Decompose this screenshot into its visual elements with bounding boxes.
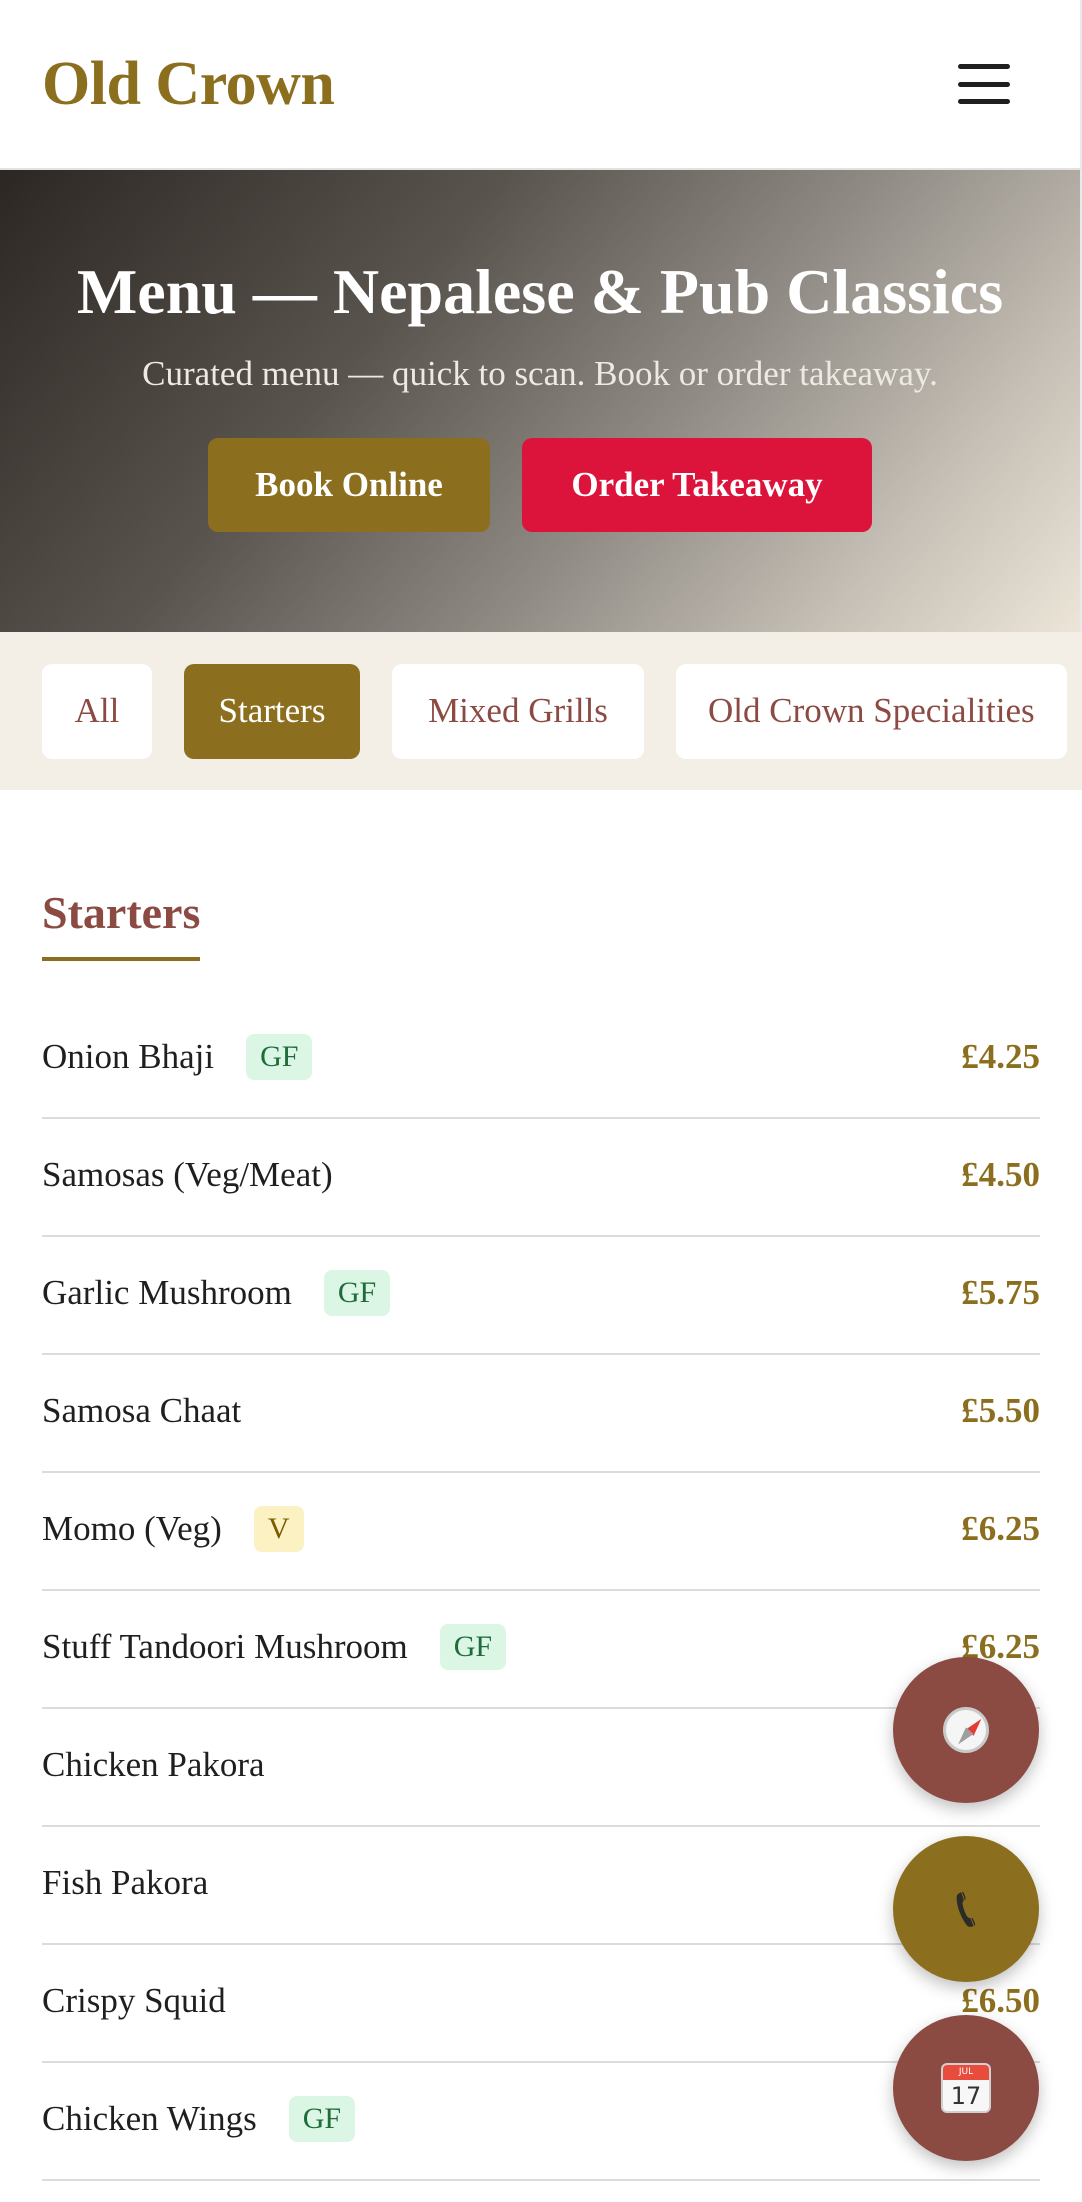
menu-item-name: Fish Pakora	[42, 1863, 209, 1902]
gluten-free-badge: GF	[323, 1270, 391, 1316]
menu-item-info: Crispy Squid	[42, 1981, 226, 2021]
hero-title: Menu — Nepalese & Pub Classics	[76, 256, 1004, 327]
menu-item-name: Chicken Wings	[42, 2099, 257, 2138]
site-header: Old Crown	[0, 0, 1082, 170]
tab-old-crown-specialities[interactable]: Old Crown Specialities	[676, 663, 1067, 759]
menu-item-info: Samosa Chaat	[42, 1391, 241, 1431]
menu-item-info: Garlic Mushroom GF	[42, 1270, 391, 1316]
menu-item-name: Samosas (Veg/Meat)	[42, 1155, 333, 1194]
page: Old Crown Menu — Nepalese & Pub Classics…	[0, 0, 1082, 2202]
hero-subtitle: Curated menu — quick to scan. Book or or…	[142, 354, 938, 393]
compass-icon	[943, 1707, 989, 1753]
menu-item-info: Momo (Veg) V	[42, 1506, 304, 1552]
hamburger-line	[958, 99, 1010, 104]
directions-button[interactable]	[893, 1657, 1039, 1803]
menu-item-name: Chicken Pakora	[42, 1745, 265, 1784]
calendar-day: 17	[950, 2082, 982, 2110]
menu-item-info: Samosas (Veg/Meat)	[42, 1155, 333, 1195]
menu-item-price: £5.50	[961, 1391, 1040, 1430]
category-tabs: All Starters Mixed Grills Old Crown Spec…	[0, 632, 1082, 790]
menu-item-name: Stuff Tandoori Mushroom	[42, 1627, 408, 1666]
menu-item-info: Chicken Wings GF	[42, 2096, 356, 2142]
menu-item: Onion Bhaji GF £4.25	[42, 1001, 1040, 1119]
menu-item: Samosa Chaat £5.50	[42, 1355, 1040, 1473]
hero-banner: Menu — Nepalese & Pub Classics Curated m…	[0, 170, 1082, 632]
menu-item: Stuff Tandoori Mushroom GF £6.25	[42, 1591, 1040, 1709]
menu-item: Crispy Squid £6.50	[42, 1945, 1040, 2063]
order-takeaway-button[interactable]: Order Takeaway	[522, 438, 872, 532]
phone-icon: 📞︎	[956, 1876, 976, 1941]
hamburger-menu-icon[interactable]	[958, 64, 1010, 104]
hamburger-line	[958, 81, 1010, 87]
hero-actions: Book Online Order Takeaway	[0, 438, 1080, 532]
menu-item-info: Chicken Pakora	[42, 1745, 265, 1785]
call-button[interactable]: 📞︎	[893, 1836, 1039, 1982]
menu-item: Chicken Wings GF	[42, 2063, 1040, 2181]
book-table-button[interactable]: JUL 17	[893, 2015, 1039, 2161]
menu-item-name: Samosa Chaat	[42, 1391, 242, 1430]
menu-item: Momo (Veg) V £6.25	[42, 1473, 1040, 1591]
menu-item-name: Crispy Squid	[42, 1981, 226, 2020]
tab-starters[interactable]: Starters	[184, 663, 360, 759]
vegetarian-badge: V	[253, 1506, 304, 1552]
tab-mixed-grills[interactable]: Mixed Grills	[392, 663, 644, 759]
menu-item-info: Onion Bhaji GF	[42, 1034, 313, 1080]
hamburger-line	[958, 64, 1010, 69]
menu-section: Starters Onion Bhaji GF £4.25 Samosas (V…	[0, 790, 1082, 2181]
section-title: Starters	[42, 886, 201, 961]
menu-item-name: Garlic Mushroom	[42, 1273, 292, 1312]
menu-item: Samosas (Veg/Meat) £4.50	[42, 1119, 1040, 1237]
menu-item-price: £6.25	[961, 1509, 1040, 1548]
menu-item-price: £4.50	[961, 1155, 1040, 1194]
gluten-free-badge: GF	[439, 1624, 507, 1670]
menu-item-name: Onion Bhaji	[42, 1037, 215, 1076]
menu-item-name: Momo (Veg)	[42, 1509, 222, 1548]
menu-item: Chicken Pakora	[42, 1709, 1040, 1827]
menu-list: Onion Bhaji GF £4.25 Samosas (Veg/Meat) …	[42, 1001, 1040, 2181]
tab-all[interactable]: All	[42, 663, 152, 759]
calendar-icon: JUL 17	[941, 2063, 991, 2113]
calendar-month: JUL	[943, 2065, 989, 2080]
menu-item-info: Fish Pakora	[42, 1863, 208, 1903]
gluten-free-badge: GF	[246, 1034, 313, 1080]
menu-item-info: Stuff Tandoori Mushroom GF	[42, 1624, 507, 1670]
menu-item-price: £4.25	[961, 1037, 1040, 1076]
menu-item: Garlic Mushroom GF £5.75	[42, 1237, 1040, 1355]
book-online-button[interactable]: Book Online	[208, 438, 490, 532]
gluten-free-badge: GF	[288, 2096, 356, 2142]
menu-item: Fish Pakora	[42, 1827, 1040, 1945]
menu-item-price: £5.75	[961, 1273, 1040, 1312]
brand-logo[interactable]: Old Crown	[42, 49, 335, 120]
